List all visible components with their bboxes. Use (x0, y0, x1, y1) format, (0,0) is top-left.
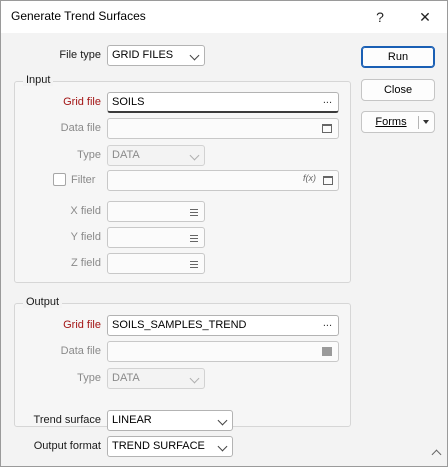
output-format-select[interactable]: TREND SURFACE (107, 436, 233, 457)
collapse-chevron-icon[interactable] (431, 449, 442, 460)
output-format-value: TREND SURFACE (112, 440, 205, 452)
output-type-value: DATA (112, 372, 140, 384)
dialog-title: Generate Trend Surfaces (11, 9, 146, 23)
close-button[interactable]: Close (361, 79, 435, 101)
file-type-label: File type (59, 49, 101, 61)
input-type-select[interactable]: DATA (107, 145, 205, 166)
output-grid-file-value: SOILS_SAMPLES_TREND (112, 319, 247, 331)
input-grid-file-field[interactable]: SOILS ... (107, 92, 339, 113)
forms-button-label: Forms (375, 116, 407, 128)
run-button-label: Run (387, 51, 409, 63)
input-group-title: Input (23, 74, 54, 86)
filter-label: Filter (71, 174, 96, 186)
table-icon[interactable] (323, 176, 333, 185)
browse-icon[interactable]: ... (323, 317, 332, 329)
list-icon[interactable] (190, 235, 198, 242)
output-format-label: Output format (33, 440, 101, 452)
chevron-down-icon (189, 50, 200, 61)
input-data-file-label: Data file (60, 122, 101, 134)
list-icon[interactable] (190, 261, 198, 268)
input-data-file-field[interactable] (107, 118, 339, 139)
title-bar: Generate Trend Surfaces ? ✕ (1, 1, 447, 33)
browse-icon[interactable]: ... (323, 94, 332, 106)
close-button-label: Close (383, 84, 413, 96)
y-field-input[interactable] (107, 227, 205, 248)
forms-button[interactable]: Forms (361, 111, 435, 133)
dropdown-arrow-icon[interactable] (423, 120, 429, 124)
run-button[interactable]: Run (361, 46, 435, 68)
list-icon[interactable] (190, 209, 198, 216)
z-field-input[interactable] (107, 253, 205, 274)
x-field-input[interactable] (107, 201, 205, 222)
z-field-label: Z field (71, 257, 101, 269)
y-field-label: Y field (70, 231, 101, 243)
input-type-label: Type (77, 149, 101, 161)
dialog-body: File type GRID FILES Input Grid file SOI… (1, 33, 447, 466)
chevron-down-icon (189, 150, 200, 161)
function-icon[interactable]: f(x) (303, 173, 316, 183)
filter-field[interactable]: f(x) (107, 170, 339, 191)
output-type-select[interactable]: DATA (107, 368, 205, 389)
close-icon: ✕ (419, 8, 431, 25)
button-divider (418, 116, 419, 129)
output-type-label: Type (77, 372, 101, 384)
x-field-label: X field (70, 205, 101, 217)
help-icon: ? (376, 9, 384, 25)
trend-surface-label: Trend surface (33, 414, 101, 426)
input-grid-file-label: Grid file (63, 96, 101, 108)
chevron-down-icon (217, 441, 228, 452)
filter-checkbox[interactable] (53, 173, 66, 186)
help-button[interactable]: ? (358, 1, 402, 33)
dialog-window: Generate Trend Surfaces ? ✕ File type GR… (0, 0, 448, 467)
chevron-down-icon (189, 373, 200, 384)
input-grid-file-value: SOILS (112, 96, 145, 108)
file-type-select[interactable]: GRID FILES (107, 45, 205, 66)
output-data-file-field[interactable] (107, 341, 339, 362)
close-window-button[interactable]: ✕ (403, 1, 447, 33)
trend-surface-select[interactable]: LINEAR (107, 410, 233, 431)
output-data-file-label: Data file (60, 345, 101, 357)
chevron-down-icon (217, 415, 228, 426)
trend-surface-value: LINEAR (112, 414, 152, 426)
grid-icon[interactable] (322, 124, 332, 133)
output-group-title: Output (23, 296, 63, 308)
input-type-value: DATA (112, 149, 140, 161)
save-file-icon[interactable] (322, 347, 332, 356)
output-grid-file-field[interactable]: SOILS_SAMPLES_TREND ... (107, 315, 339, 336)
output-grid-file-label: Grid file (63, 319, 101, 331)
file-type-value: GRID FILES (112, 49, 174, 61)
